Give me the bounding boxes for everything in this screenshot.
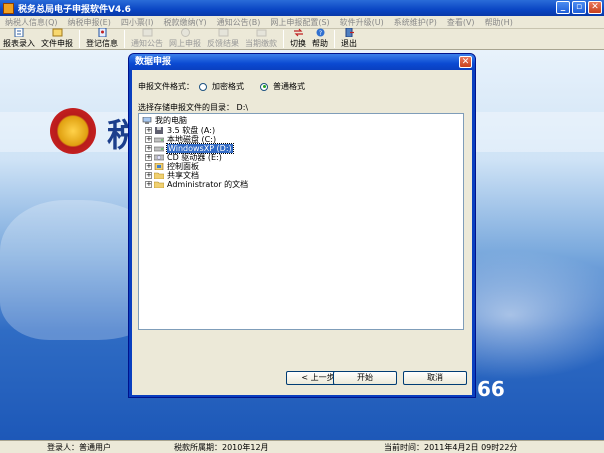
dialog-titlebar: 数据申报 ✕ [129,54,475,70]
online-declare-button[interactable]: 网上申报 [166,28,204,49]
app-titlebar: 税务总局电子申报软件V4.6 _ ▫ ✕ [0,0,604,16]
toolbar: 报表录入 文件申报 登记信息 通知公告 网上申报 反馈结果 当期缴款 切换 ? … [0,28,604,50]
tree-node-drive-c[interactable]: + 本地磁盘 (C:) [145,135,216,144]
help-button[interactable]: ? 帮助 [309,28,331,49]
menu-taxpayer-info[interactable]: 纳税人信息(Q) [0,17,63,28]
disk-icon [154,137,164,143]
svg-text:?: ? [318,30,321,37]
status-bar: 登录人：普通用户 税款所属期：2010年12月 当前时间：2011年4月2日 0… [0,440,604,453]
help-icon: ? [316,28,324,37]
app-title: 税务总局电子申报软件V4.6 [18,4,131,15]
report-entry-button[interactable]: 报表录入 [0,28,38,49]
restore-button[interactable]: ▫ [572,1,586,14]
start-button[interactable]: 开始 [333,371,397,385]
notices-button[interactable]: 通知公告 [128,28,166,49]
format-row: 申报文件格式： 加密格式 普通格式 [138,81,305,92]
menu-upgrade[interactable]: 软件升级(U) [335,17,389,28]
minimize-button[interactable]: _ [556,1,570,14]
toolbar-separator [283,30,284,48]
file-declare-icon [52,28,62,37]
toolbar-separator [124,30,125,48]
feedback-result-icon [218,28,228,37]
control-panel-icon [154,163,164,170]
menu-online-config[interactable]: 网上申报配置(S) [265,17,334,28]
encrypted-format-radio[interactable] [199,82,207,91]
plain-format-label[interactable]: 普通格式 [273,81,305,92]
hotline-text: 66 [477,377,505,401]
switch-button[interactable]: 切换 [287,28,309,49]
cd-icon [154,154,164,161]
expand-icon[interactable]: + [145,127,152,134]
directory-value: D:\ [236,103,249,112]
menu-view[interactable]: 查看(V) [442,17,480,28]
tree-node-admin-docs[interactable]: + Administrator 的文档 [145,180,248,189]
expand-icon[interactable]: + [145,145,152,152]
cancel-button[interactable]: 取消 [403,371,467,385]
status-tax-period: 税款所属期：2010年12月 [174,443,269,452]
switch-icon [293,28,303,37]
computer-icon [142,117,152,124]
feedback-result-button[interactable]: 反馈结果 [204,28,242,49]
menu-maintenance[interactable]: 系统维护(P) [389,17,442,28]
expand-icon[interactable]: + [145,172,152,179]
window-controls: _ ▫ ✕ [556,1,602,14]
exit-button[interactable]: 退出 [338,28,360,49]
current-payment-button[interactable]: 当期缴款 [242,28,280,49]
file-declare-button[interactable]: 文件申报 [38,28,76,49]
expand-icon[interactable]: + [145,181,152,188]
registration-info-button[interactable]: 登记信息 [83,28,121,49]
current-payment-icon [256,29,266,37]
menu-help[interactable]: 帮助(H) [480,17,518,28]
registration-info-icon [98,28,106,37]
status-user: 登录人：普通用户 [47,443,111,452]
dialog-close-button[interactable]: ✕ [459,56,472,68]
disk-icon [154,146,164,152]
directory-label: 选择存储申报文件的目录： [138,103,234,112]
report-entry-icon [14,28,23,37]
tax-emblem-icon [50,108,96,154]
menu-tax-payment[interactable]: 税款缴纳(Y) [158,17,211,28]
data-declare-dialog: 数据申报 ✕ 申报文件格式： 加密格式 普通格式 选择存储申报文件的目录： D:… [128,53,476,398]
format-label: 申报文件格式： [138,82,194,91]
expand-icon[interactable]: + [145,163,152,170]
encrypted-format-label[interactable]: 加密格式 [212,81,244,92]
expand-icon[interactable]: + [145,136,152,143]
menu-tax-declare[interactable]: 纳税申报(E) [63,17,116,28]
folder-icon [154,181,164,188]
online-declare-icon [180,28,190,37]
dialog-title: 数据申报 [135,57,172,67]
notices-icon [142,28,152,37]
menu-notices[interactable]: 通知公告(B) [212,17,266,28]
plain-format-radio[interactable] [260,82,268,91]
toolbar-separator [79,30,80,48]
expand-icon[interactable]: + [145,154,152,161]
floppy-icon [155,127,163,134]
toolbar-separator [334,30,335,48]
dialog-body: 申报文件格式： 加密格式 普通格式 选择存储申报文件的目录： D:\ 我的电脑 … [132,70,472,395]
directory-row: 选择存储申报文件的目录： D:\ [138,102,248,113]
status-current-time: 当前时间：2011年4月2日 09时22分 [384,443,518,452]
folder-icon [154,172,164,179]
close-window-button[interactable]: ✕ [588,1,602,14]
tree-node-my-computer[interactable]: 我的电脑 [142,116,187,125]
app-icon [3,2,14,14]
menu-four-tickets[interactable]: 四小票(I) [116,17,159,28]
exit-icon [345,28,354,37]
folder-tree[interactable]: 我的电脑 + 3.5 软盘 (A:) + 本地磁盘 (C:) + Windows… [138,113,464,330]
